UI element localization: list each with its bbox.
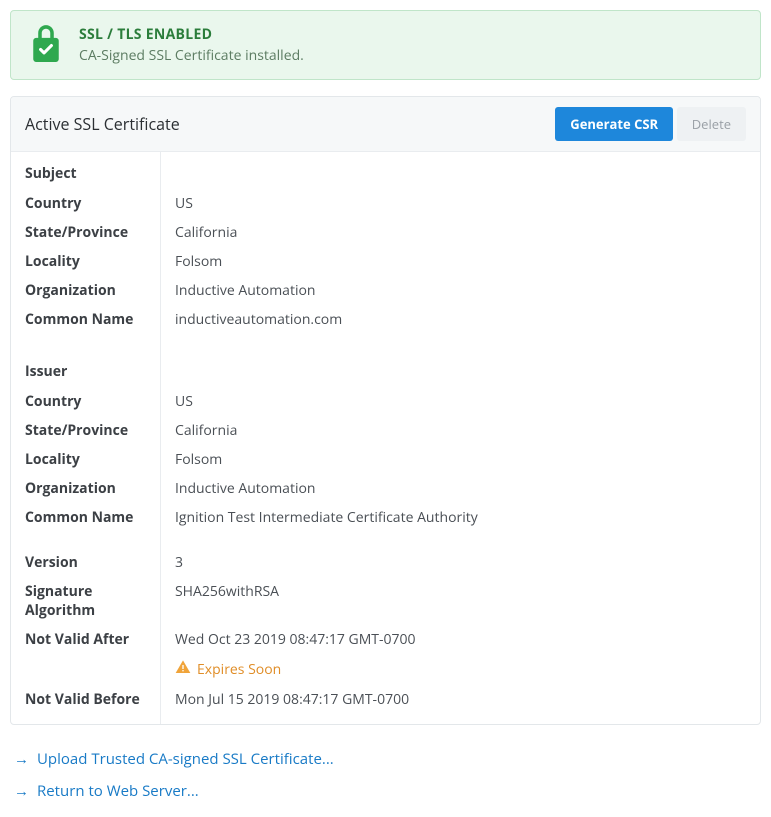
label-issuer-state: State/Province <box>11 416 161 445</box>
value-subject-cn: inductiveautomation.com <box>161 305 760 334</box>
banner-subtitle: CA-Signed SSL Certificate installed. <box>79 46 304 65</box>
issuer-heading: Issuer <box>11 350 161 387</box>
value-subject-locality: Folsom <box>161 247 760 276</box>
delete-button[interactable]: Delete <box>677 107 746 141</box>
label-not-before: Not Valid Before <box>11 685 161 714</box>
expires-soon-warning: Expires Soon <box>161 654 760 685</box>
label-issuer-country: Country <box>11 387 161 416</box>
value-subject-country: US <box>161 189 760 218</box>
arrow-right-icon: → <box>14 749 29 769</box>
label-subject-cn: Common Name <box>11 305 161 334</box>
expires-soon-text: Expires Soon <box>197 660 281 679</box>
warning-icon <box>175 659 191 680</box>
value-subject-org: Inductive Automation <box>161 276 760 305</box>
label-sig-alg: Signature Algorithm <box>11 577 161 625</box>
banner-text: SSL / TLS ENABLED CA-Signed SSL Certific… <box>79 25 304 65</box>
label-issuer-locality: Locality <box>11 445 161 474</box>
upload-certificate-label: Upload Trusted CA-signed SSL Certificate… <box>37 749 334 769</box>
active-ssl-card: Active SSL Certificate Generate CSR Dele… <box>10 96 761 725</box>
return-web-server-label: Return to Web Server... <box>37 781 199 801</box>
value-not-after: Wed Oct 23 2019 08:47:17 GMT-0700 <box>161 625 760 654</box>
value-sig-alg: SHA256withRSA <box>161 577 760 625</box>
label-subject-locality: Locality <box>11 247 161 276</box>
label-issuer-cn: Common Name <box>11 503 161 532</box>
value-subject-state: California <box>161 218 760 247</box>
label-subject-country: Country <box>11 189 161 218</box>
certificate-details: Subject Country US State/Province Califo… <box>11 152 760 724</box>
value-issuer-cn: Ignition Test Intermediate Certificate A… <box>161 503 760 532</box>
label-not-after: Not Valid After <box>11 625 161 654</box>
banner-title: SSL / TLS ENABLED <box>79 25 304 44</box>
value-issuer-state: California <box>161 416 760 445</box>
lock-check-icon <box>29 25 63 65</box>
upload-certificate-link[interactable]: → Upload Trusted CA-signed SSL Certifica… <box>10 743 761 775</box>
action-links: → Upload Trusted CA-signed SSL Certifica… <box>10 743 761 807</box>
value-issuer-country: US <box>161 387 760 416</box>
ssl-status-banner: SSL / TLS ENABLED CA-Signed SSL Certific… <box>10 10 761 80</box>
arrow-right-icon: → <box>14 781 29 801</box>
value-issuer-org: Inductive Automation <box>161 474 760 503</box>
label-subject-org: Organization <box>11 276 161 305</box>
label-version: Version <box>11 548 161 577</box>
label-issuer-org: Organization <box>11 474 161 503</box>
return-web-server-link[interactable]: → Return to Web Server... <box>10 775 761 807</box>
value-issuer-locality: Folsom <box>161 445 760 474</box>
card-header: Active SSL Certificate Generate CSR Dele… <box>11 97 760 152</box>
card-actions: Generate CSR Delete <box>555 107 746 141</box>
value-version: 3 <box>161 548 760 577</box>
subject-heading: Subject <box>11 152 161 189</box>
generate-csr-button[interactable]: Generate CSR <box>555 107 673 141</box>
label-subject-state: State/Province <box>11 218 161 247</box>
value-not-before: Mon Jul 15 2019 08:47:17 GMT-0700 <box>161 685 760 714</box>
card-title: Active SSL Certificate <box>25 113 180 135</box>
